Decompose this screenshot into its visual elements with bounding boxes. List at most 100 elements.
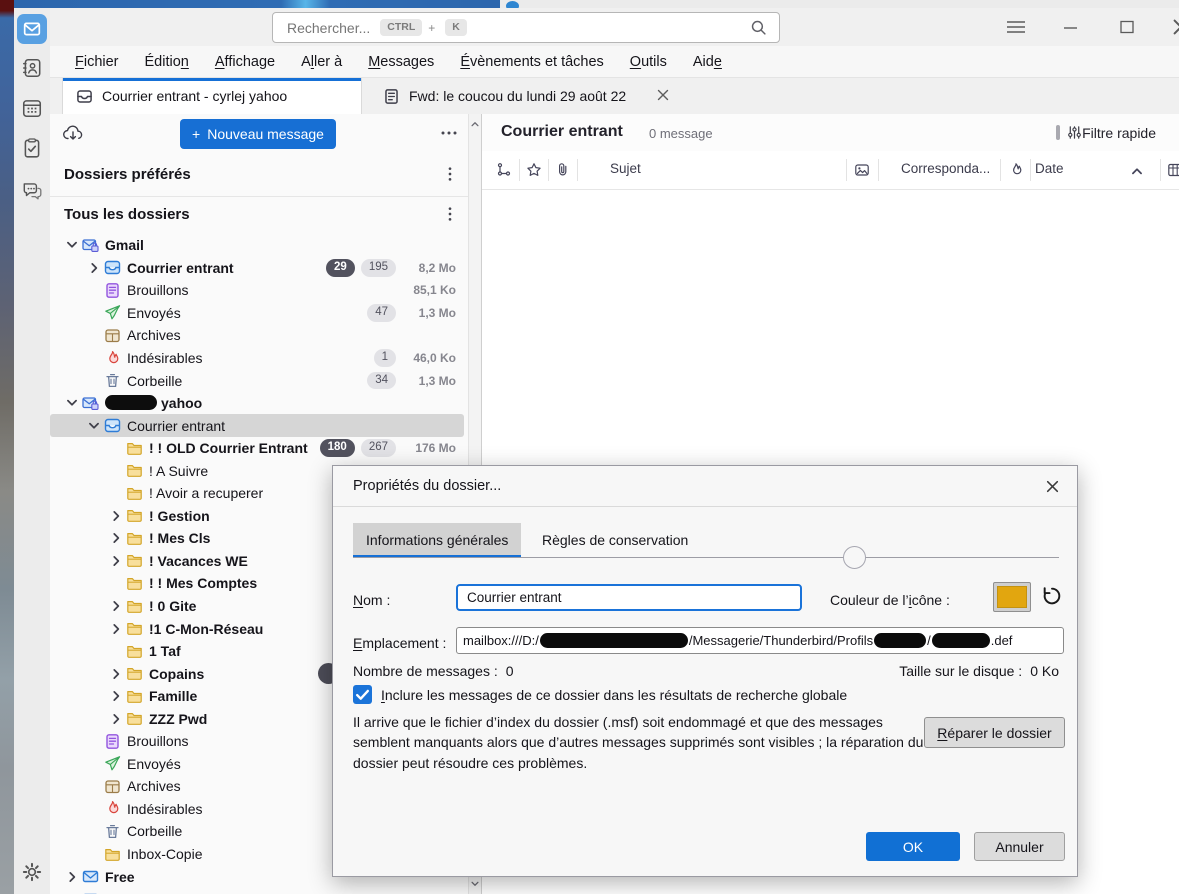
folder-row[interactable]: Courrier entrant [50, 414, 464, 437]
correspondents-column-icon[interactable] [854, 162, 870, 178]
folder-stats-row: Nombre de messages : 0 Taille sur le dis… [353, 663, 1059, 679]
space-addressbook-button[interactable] [20, 56, 44, 80]
folder-label: Gmail [105, 237, 144, 254]
folder-name-input[interactable]: Courrier entrant [456, 584, 802, 611]
chevron-right-icon[interactable] [106, 509, 126, 523]
dialog-close-icon[interactable] [1045, 479, 1060, 494]
folder-row[interactable]: Indésirables 1 46,0 Ko [50, 347, 464, 370]
repair-folder-button[interactable]: Réparer le dossier [924, 717, 1065, 748]
new-message-label: Nouveau message [207, 126, 324, 142]
minimize-button[interactable] [1060, 17, 1082, 37]
tab-message[interactable]: Fwd: le coucou du lundi 29 août 22 [370, 78, 670, 114]
folder-label: Indésirables [127, 350, 203, 366]
unread-count-badge: 29 [326, 259, 355, 277]
menu-item-aide[interactable]: Aide [680, 46, 735, 78]
folder-badges: 47 1,3 Mo [320, 302, 456, 325]
column-picker-icon[interactable] [1167, 162, 1179, 178]
chevron-right-icon[interactable] [106, 712, 126, 726]
icon-color-swatch-button[interactable] [993, 582, 1031, 612]
folder-row[interactable]: Envoyés 47 1,3 Mo [50, 302, 464, 325]
subject-column-header[interactable]: Sujet [610, 161, 641, 176]
chevron-down-icon[interactable] [62, 396, 82, 410]
folder-row[interactable]: ! ! OLD Courrier Entrant 180 267 176 Mo [50, 437, 464, 460]
folder-row[interactable]: Brouillons 85,1 Ko [50, 279, 464, 302]
space-chat-button[interactable] [20, 178, 44, 202]
menu-item-fichier[interactable]: Fichier [62, 46, 132, 78]
menu-item-affichage[interactable]: Affichage [202, 46, 288, 78]
chevron-right-icon[interactable] [106, 622, 126, 636]
folder-pane-options-icon[interactable] [440, 126, 458, 140]
star-column-icon[interactable] [526, 162, 542, 178]
folder-properties-dialog: Propriétés du dossier... Informations gé… [332, 465, 1078, 877]
chevron-right-icon[interactable] [62, 870, 82, 884]
chevron-down-icon[interactable] [84, 419, 104, 433]
folder-label: Inbox-Copie [127, 846, 203, 863]
tab-bar: Courrier entrant - cyrlej yahoo Fwd: le … [50, 78, 1179, 115]
folder-location-input[interactable]: mailbox:///D:/ /Messagerie/Thunderbird/P… [456, 627, 1064, 654]
disk-size-value: 0 Ko [1030, 663, 1059, 679]
folder-row[interactable]: Mail Web [50, 888, 464, 894]
menu-item--dition[interactable]: Édition [132, 46, 202, 78]
scroll-up-icon[interactable] [470, 119, 480, 129]
close-tab-icon[interactable] [656, 88, 670, 102]
menu-item-messages[interactable]: Messages [355, 46, 447, 78]
folder-row[interactable]: Corbeille 34 1,3 Mo [50, 369, 464, 392]
get-messages-icon[interactable] [62, 124, 84, 142]
menu-item-aller-[interactable]: Aller à [288, 46, 355, 78]
message-count-label: Nombre de messages : [353, 663, 498, 679]
folder-row[interactable]: yahoo [50, 392, 464, 415]
menu-item--v-nements-et-t-ches[interactable]: Évènements et tâches [447, 46, 616, 78]
folder-icon [126, 620, 143, 637]
folder-icon [126, 462, 143, 479]
cancel-button[interactable]: Annuler [974, 832, 1065, 861]
folder-badges: 34 1,3 Mo [320, 369, 456, 392]
quick-filter-label[interactable]: Filtre rapide [1082, 125, 1156, 141]
space-mail-button[interactable] [17, 14, 47, 44]
tab-inbox[interactable]: Courrier entrant - cyrlej yahoo [62, 78, 362, 114]
folder-row[interactable]: Archives [50, 324, 464, 347]
folder-row[interactable]: Gmail [50, 234, 464, 257]
chevron-right-icon[interactable] [106, 667, 126, 681]
folder-icon [126, 598, 143, 615]
date-column-header[interactable]: Date [1035, 161, 1064, 176]
chevron-right-icon[interactable] [84, 261, 104, 275]
chevron-right-icon[interactable] [106, 554, 126, 568]
thread-column-icon[interactable] [496, 162, 512, 178]
maximize-button[interactable] [1116, 17, 1138, 37]
space-tasks-button[interactable] [20, 136, 44, 160]
total-count-badge: 47 [367, 304, 396, 322]
folder-size: 8,2 Mo [418, 260, 456, 275]
junk-icon [104, 800, 121, 817]
tab-general-info[interactable]: Informations générales [353, 523, 522, 558]
global-search-input[interactable]: Rechercher... CTRL + K [272, 12, 780, 43]
inbox-icon [104, 417, 121, 434]
chevron-right-icon[interactable] [106, 689, 126, 703]
junk-column-icon[interactable] [1008, 162, 1024, 178]
tab-retention-policy[interactable]: Règles de conservation [529, 523, 701, 556]
space-calendar-button[interactable] [20, 96, 44, 120]
ok-button[interactable]: OK [866, 832, 960, 861]
menu-bar: Fichier Édition Affichage Aller à Messages Év… [50, 46, 1179, 78]
app-menu-button[interactable] [1005, 17, 1027, 37]
space-settings-button[interactable] [20, 860, 44, 884]
location-text: / [927, 633, 931, 648]
folder-size: 1,3 Mo [418, 305, 456, 320]
new-message-button[interactable]: + Nouveau message [180, 119, 336, 149]
folder-label: Envoyés [127, 755, 181, 772]
close-window-button[interactable] [1170, 17, 1179, 37]
all-folders-menu-icon[interactable] [444, 206, 456, 222]
reset-color-icon[interactable] [1041, 585, 1063, 607]
global-search-checkbox[interactable] [353, 685, 372, 704]
drafts-icon [104, 733, 121, 750]
menu-item-outils[interactable]: Outils [617, 46, 680, 78]
quick-filter-icon[interactable] [1067, 125, 1082, 140]
favorites-menu-icon[interactable] [444, 166, 456, 182]
scroll-down-icon[interactable] [470, 879, 480, 889]
chevron-right-icon[interactable] [106, 531, 126, 545]
chevron-right-icon[interactable] [106, 599, 126, 613]
folder-row[interactable]: Courrier entrant 29 195 8,2 Mo [50, 257, 464, 280]
correspondents-column-header[interactable]: Corresponda... [901, 161, 990, 176]
attachment-column-icon[interactable] [555, 162, 571, 178]
chevron-down-icon[interactable] [62, 238, 82, 252]
